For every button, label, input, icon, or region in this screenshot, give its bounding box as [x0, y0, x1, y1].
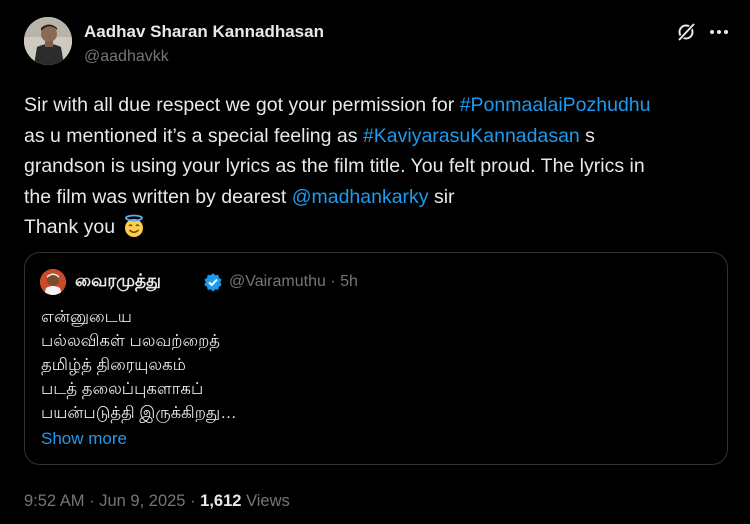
- post-date[interactable]: Jun 9, 2025: [99, 492, 185, 510]
- post-meta: 9:52 AM · Jun 9, 2025 · 1,612 Views: [24, 492, 290, 511]
- views-count: 1,612: [200, 492, 242, 510]
- post-time[interactable]: 9:52 AM: [24, 492, 85, 510]
- quoted-line: பல்லவிகள் பலவற்றைத்: [41, 332, 221, 350]
- quoted-line: என்னுடைய: [41, 308, 132, 326]
- views-label: Views: [246, 492, 290, 510]
- post-text-segment: as u mentioned it’s a special feeling as: [24, 124, 363, 147]
- show-more-link[interactable]: Show more: [41, 429, 127, 449]
- hashtag-link[interactable]: #KaviyarasuKannadasan: [363, 125, 580, 147]
- hashtag-link[interactable]: #PonmaalaiPozhudhu: [460, 94, 651, 116]
- quoted-line: பயன்படுத்தி இருக்கிறது…: [41, 404, 237, 422]
- post-line: Sir with all due respect we got your per…: [24, 90, 729, 121]
- quoted-post-text: என்னுடைய பல்லவிகள் பலவற்றைத் தமிழ்த் திர…: [41, 305, 237, 425]
- meta-separator: ·: [190, 492, 196, 510]
- tweet: Aadhav Sharan Kannadhasan @aadhavkk Sir …: [0, 0, 750, 524]
- quoted-author-name[interactable]: வைரமுத்து: [75, 271, 161, 293]
- smiling-face-with-halo-icon: [122, 214, 146, 238]
- quoted-post-time[interactable]: 5h: [340, 273, 358, 290]
- author-avatar[interactable]: [24, 17, 72, 65]
- post-text-segment: s: [579, 124, 595, 147]
- post-line: the film was written by dearest @madhank…: [24, 182, 729, 213]
- quoted-post[interactable]: வைரமுத்து @Vairamuthu · 5h என்னுடைய பல்ல…: [24, 252, 728, 465]
- post-text-segment: grandson is using your lyrics as the fil…: [24, 155, 645, 177]
- post-line: grandson is using your lyrics as the fil…: [24, 151, 729, 182]
- more-options-icon[interactable]: [708, 22, 730, 42]
- post-text-segment: the film was written by dearest: [24, 185, 292, 208]
- post-text-segment: Thank you: [24, 216, 121, 238]
- verified-badge-icon: [203, 272, 223, 292]
- meta-separator: ·: [89, 492, 95, 510]
- post-text-segment: sir: [428, 185, 455, 208]
- quoted-line: தமிழ்த் திரையுலகம்: [41, 356, 186, 374]
- mention-link[interactable]: @madhankarky: [292, 186, 429, 208]
- post-line: Thank you: [24, 212, 729, 243]
- quoted-author-avatar[interactable]: [40, 269, 66, 295]
- author-handle[interactable]: @aadhavkk: [84, 48, 169, 66]
- quoted-author-meta: @Vairamuthu · 5h: [229, 273, 358, 291]
- post-text-segment: Sir with all due respect we got your per…: [24, 94, 460, 116]
- meta-separator: ·: [330, 273, 336, 290]
- post-line: as u mentioned it’s a special feeling as…: [24, 121, 729, 152]
- quoted-line: படத் தலைப்புகளாகப்: [41, 380, 204, 398]
- author-name[interactable]: Aadhav Sharan Kannadhasan: [84, 22, 324, 42]
- quoted-author-handle[interactable]: @Vairamuthu: [229, 273, 326, 290]
- grok-icon[interactable]: [676, 22, 696, 42]
- post-text: Sir with all due respect we got your per…: [24, 90, 729, 243]
